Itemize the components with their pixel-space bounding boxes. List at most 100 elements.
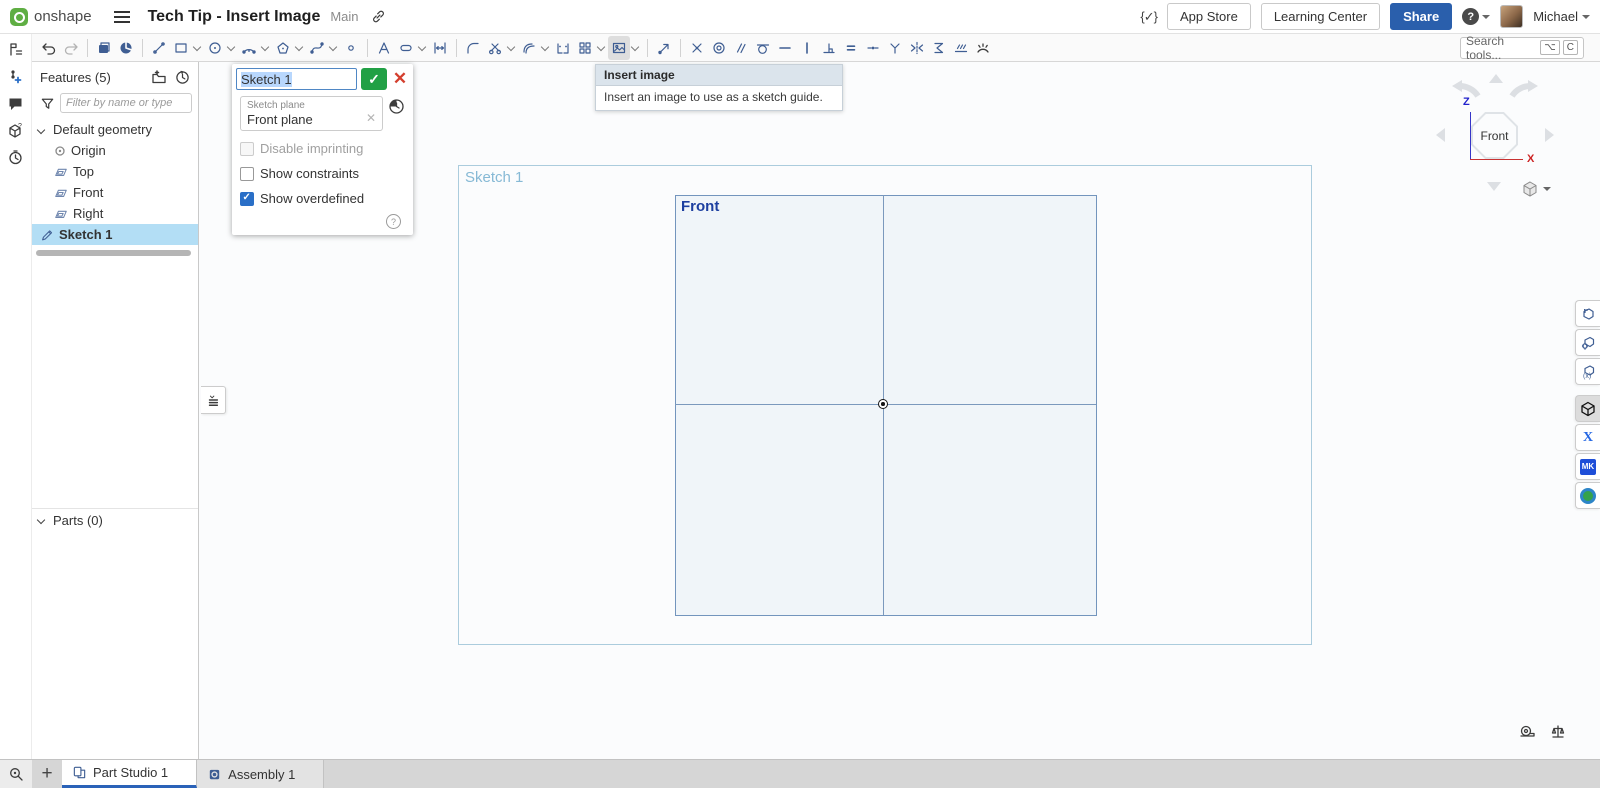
rotate-left-arrow[interactable]	[1436, 128, 1445, 142]
polygon-tool-button[interactable]	[272, 36, 294, 60]
dock-view-cube-icon[interactable]	[1575, 395, 1600, 422]
filter-input[interactable]	[60, 93, 192, 113]
curvature-constraint-button[interactable]	[972, 36, 994, 60]
rotate-down-arrow[interactable]	[1487, 182, 1501, 191]
view-options-button[interactable]	[1521, 180, 1551, 198]
circle-tool-button[interactable]	[204, 36, 226, 60]
spline-tool-button[interactable]	[306, 36, 328, 60]
dock-globe-app-icon[interactable]	[1575, 482, 1600, 509]
share-button[interactable]: Share	[1390, 3, 1452, 30]
dock-cube-gear-icon[interactable]	[1575, 329, 1600, 356]
redo-button[interactable]	[60, 36, 82, 60]
arc-dropdown-icon[interactable]	[261, 42, 269, 50]
dock-cube-grid-icon[interactable]	[1575, 300, 1600, 327]
solid-model-icon[interactable]	[93, 36, 115, 60]
help-menu[interactable]: ?	[1462, 8, 1490, 25]
rollback-clock-icon[interactable]	[175, 70, 190, 85]
tree-item-origin[interactable]: Origin	[32, 140, 198, 161]
trim-tool-button[interactable]	[484, 36, 506, 60]
featurescript-icon[interactable]: {✓}	[1140, 9, 1157, 25]
view-cube-front-face[interactable]: Front	[1471, 112, 1518, 159]
rotate-up-arrow[interactable]	[1489, 74, 1503, 83]
tree-item-top[interactable]: Top	[32, 161, 198, 182]
normal-constraint-button[interactable]	[884, 36, 906, 60]
tab-assembly-1[interactable]: Assembly 1	[197, 760, 324, 788]
slot-dropdown-icon[interactable]	[418, 42, 426, 50]
rotate-right-arrow[interactable]	[1545, 128, 1554, 142]
fillet-tool-button[interactable]	[462, 36, 484, 60]
checkbox-disable-imprinting[interactable]: Disable imprinting	[240, 141, 405, 156]
user-avatar[interactable]	[1500, 5, 1523, 28]
offset-distance-button[interactable]	[950, 36, 972, 60]
rectangle-tool-button[interactable]	[170, 36, 192, 60]
tab-part-studio-1[interactable]: Part Studio 1	[62, 760, 197, 788]
pattern-dropdown-icon[interactable]	[597, 42, 605, 50]
mass-properties-icon[interactable]	[1550, 724, 1566, 740]
offset-dropdown-icon[interactable]	[541, 42, 549, 50]
sketch-plane-field[interactable]: Sketch plane Front plane ✕	[240, 96, 383, 131]
dock-x-app-icon[interactable]: X	[1575, 424, 1600, 451]
sketch-pattern-button[interactable]	[928, 36, 950, 60]
add-tab-button[interactable]: +	[32, 760, 62, 788]
tree-group-default-geometry[interactable]: Default geometry	[32, 119, 198, 140]
circle-dropdown-icon[interactable]	[227, 42, 235, 50]
onshape-logo-icon[interactable]	[10, 8, 28, 26]
horizontal-constraint-button[interactable]	[774, 36, 796, 60]
sketch-name-input[interactable]: Sketch 1	[236, 68, 357, 90]
new-folder-icon[interactable]	[151, 70, 167, 85]
tape-measure-icon[interactable]	[1518, 724, 1536, 740]
panel-toggle-button[interactable]	[201, 386, 226, 414]
rectangle-dropdown-icon[interactable]	[193, 42, 201, 50]
rotate-cw-arrow[interactable]	[1508, 80, 1542, 100]
checkbox-show-constraints[interactable]: Show constraints	[240, 166, 405, 181]
line-tool-button[interactable]	[148, 36, 170, 60]
parallel-constraint-button[interactable]	[730, 36, 752, 60]
filter-funnel-icon[interactable]	[40, 96, 55, 111]
versions-icon[interactable]	[5, 66, 27, 86]
checkbox-icon[interactable]	[240, 167, 254, 181]
trim-dropdown-icon[interactable]	[507, 42, 515, 50]
link-icon[interactable]	[371, 9, 386, 24]
parts-help-icon[interactable]: ?	[5, 120, 27, 140]
help-icon[interactable]: ?	[1462, 8, 1479, 25]
perpendicular-constraint-button[interactable]	[818, 36, 840, 60]
workspace-branch[interactable]: Main	[330, 9, 358, 24]
user-menu[interactable]: Michael	[1533, 9, 1590, 24]
text-tool-button[interactable]	[373, 36, 395, 60]
checkbox-icon[interactable]	[240, 192, 254, 206]
feature-rollback-icon[interactable]	[388, 98, 405, 115]
tree-horizontal-scrollbar[interactable]	[36, 250, 191, 256]
circular-pattern-button[interactable]	[574, 36, 596, 60]
symmetric-constraint-button[interactable]	[906, 36, 928, 60]
vertical-constraint-button[interactable]	[796, 36, 818, 60]
polygon-dropdown-icon[interactable]	[295, 42, 303, 50]
tree-item-sketch-1[interactable]: Sketch 1	[32, 224, 198, 245]
use-project-button[interactable]	[653, 36, 675, 60]
comments-icon[interactable]	[5, 93, 27, 113]
tangent-constraint-button[interactable]	[752, 36, 774, 60]
undo-button[interactable]	[38, 36, 60, 60]
linear-pattern-button[interactable]	[552, 36, 574, 60]
parts-section-header[interactable]: Parts (0)	[32, 508, 198, 531]
midpoint-constraint-button[interactable]	[862, 36, 884, 60]
arc-tool-button[interactable]	[238, 36, 260, 60]
confirm-button[interactable]: ✓	[361, 68, 387, 90]
dock-mk-app-icon[interactable]: MK	[1575, 453, 1600, 480]
chevron-down-icon[interactable]	[37, 516, 45, 524]
main-menu-icon[interactable]	[114, 11, 130, 23]
insert-image-dropdown-icon[interactable]	[631, 42, 639, 50]
feature-list-icon[interactable]	[5, 39, 27, 59]
search-tools-input[interactable]: Search tools... ⌥ C	[1460, 37, 1584, 59]
app-store-button[interactable]: App Store	[1167, 3, 1251, 30]
insert-image-button[interactable]	[608, 36, 630, 60]
concentric-constraint-button[interactable]	[708, 36, 730, 60]
cancel-button[interactable]: ✕	[391, 68, 409, 90]
tree-item-right[interactable]: Right	[32, 203, 198, 224]
checkbox-show-overdefined[interactable]: Show overdefined	[240, 191, 405, 206]
learning-center-button[interactable]: Learning Center	[1261, 3, 1380, 30]
coincident-constraint-button[interactable]	[686, 36, 708, 60]
history-icon[interactable]	[5, 147, 27, 167]
chevron-down-icon[interactable]	[37, 125, 45, 133]
section-view-icon[interactable]	[115, 36, 137, 60]
dialog-help-icon[interactable]: ?	[386, 214, 401, 229]
